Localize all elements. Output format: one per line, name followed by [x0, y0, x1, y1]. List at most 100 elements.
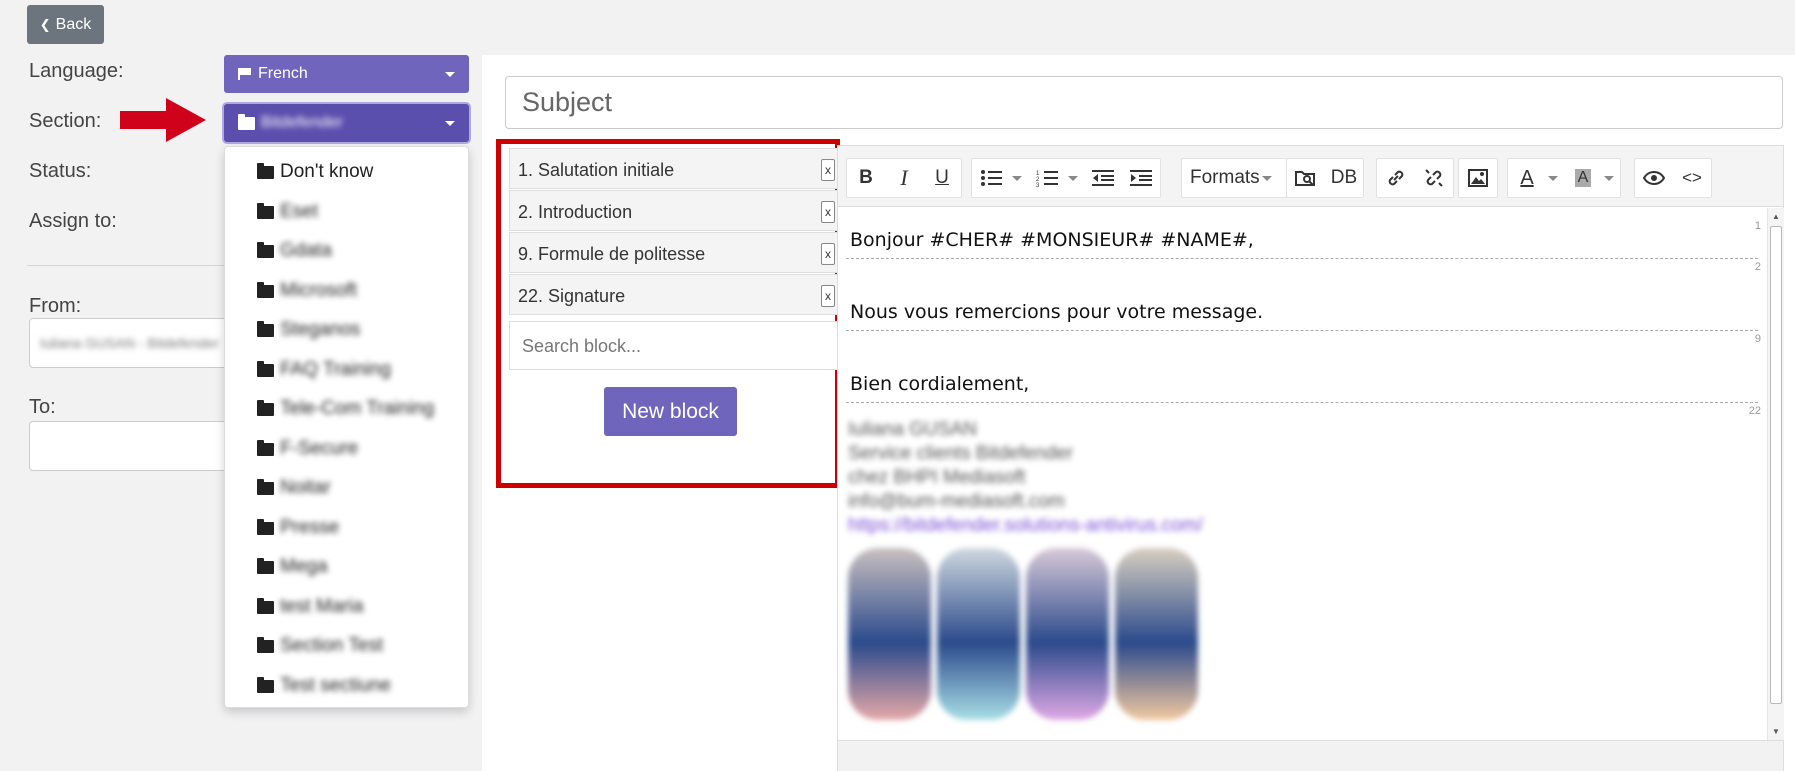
eye-icon — [1643, 171, 1665, 185]
editor-toolbar: B I U 123 Formats DB A A <> — [838, 146, 1783, 207]
editor-scrollbar[interactable]: ▲ ▼ — [1767, 208, 1784, 740]
numbered-list-button[interactable]: 123 — [1028, 159, 1066, 197]
scroll-up-icon[interactable]: ▲ — [1772, 212, 1780, 221]
background-color-icon: A — [1574, 169, 1592, 187]
folder-icon — [257, 241, 274, 258]
option-label: Mega — [280, 556, 328, 577]
option-label: Test sectiune — [280, 675, 391, 696]
editor-content[interactable]: 1 Bonjour #CHER# #MONSIEUR# #NAME#, 2 No… — [840, 208, 1765, 738]
block-item[interactable]: 22. Signature x — [509, 274, 839, 315]
section-option[interactable]: Gdata — [257, 240, 332, 262]
indent-button[interactable] — [1122, 159, 1160, 197]
db-button[interactable]: DB — [1325, 159, 1363, 197]
folder-icon — [257, 478, 274, 495]
new-block-button[interactable]: New block — [604, 387, 737, 436]
section-option[interactable]: Mega — [257, 556, 328, 578]
block-separator — [846, 258, 1758, 259]
folder-icon — [257, 202, 274, 219]
caret-down-icon[interactable] — [1604, 175, 1614, 181]
to-label: To: — [29, 396, 56, 418]
image-icon — [1468, 169, 1488, 187]
folder-icon — [257, 281, 274, 298]
preview-button[interactable] — [1635, 159, 1673, 197]
section-option[interactable]: Noitar — [257, 477, 331, 499]
language-label: Language: — [29, 60, 124, 82]
source-code-button[interactable]: <> — [1673, 159, 1711, 197]
from-value: Iuliana GUSAN - Bitdefender — [40, 335, 219, 351]
to-field[interactable] — [29, 421, 229, 471]
link-icon — [1388, 170, 1404, 186]
section-option[interactable]: Tele-Com Training — [257, 398, 434, 420]
option-label: Section Test — [280, 635, 384, 656]
remove-block-button[interactable]: x — [821, 159, 835, 181]
option-label: F-Secure — [280, 438, 359, 459]
remove-block-button[interactable]: x — [821, 285, 835, 307]
insert-image-button[interactable] — [1459, 159, 1497, 197]
option-label: Tele-Com Training — [280, 398, 435, 419]
form-divider — [27, 265, 227, 266]
search-block-input[interactable]: Search block... — [509, 321, 839, 370]
find-replace-button[interactable] — [1287, 159, 1325, 197]
underline-button[interactable]: U — [923, 159, 961, 197]
italic-button[interactable]: I — [885, 159, 923, 197]
option-label: test Maria — [280, 596, 364, 617]
section-option[interactable]: Microsoft — [257, 280, 357, 302]
caret-down-icon — [445, 121, 455, 126]
section-option[interactable]: Section Test — [257, 635, 383, 657]
option-label: Gdata — [280, 240, 332, 261]
caret-down-icon[interactable] — [1548, 175, 1558, 181]
section-value: Bitdefender — [261, 114, 343, 131]
text-color-button[interactable]: A — [1508, 159, 1546, 197]
list-group: 123 — [971, 158, 1161, 198]
unlink-button[interactable] — [1415, 159, 1453, 197]
section-option[interactable]: Eset — [257, 201, 318, 223]
scroll-down-icon[interactable]: ▼ — [1772, 727, 1780, 736]
background-color-button[interactable]: A — [1564, 159, 1602, 197]
from-field[interactable]: Iuliana GUSAN - Bitdefender — [29, 318, 229, 368]
section-dropdown[interactable]: Bitdefender — [224, 104, 469, 142]
folder-icon — [257, 557, 274, 574]
remove-block-button[interactable]: x — [821, 201, 835, 223]
caret-down-icon[interactable] — [1068, 175, 1078, 181]
section-option[interactable]: Steganos — [257, 319, 360, 341]
block-number: 1 — [1754, 220, 1761, 232]
remove-block-button[interactable]: x — [821, 243, 835, 265]
block-number: 2 — [1754, 261, 1761, 273]
signature-line: info@bum-mediasoft.com — [848, 491, 1065, 512]
option-label: Steganos — [280, 319, 361, 340]
flag-icon — [238, 68, 252, 80]
language-dropdown[interactable]: French — [224, 55, 469, 93]
option-label: Noitar — [280, 477, 331, 498]
section-option[interactable]: test Maria — [257, 596, 363, 618]
section-option[interactable]: Test sectiune — [257, 675, 391, 697]
block-item[interactable]: 9. Formule de politesse x — [509, 232, 839, 273]
block-item[interactable]: 2. Introduction x — [509, 190, 839, 231]
block-label: 9. Formule de politesse — [518, 244, 706, 264]
block-item[interactable]: 1. Salutation initiale x — [509, 148, 839, 189]
svg-text:3: 3 — [1036, 183, 1040, 187]
section-option[interactable]: F-Secure — [257, 438, 358, 460]
caret-down-icon[interactable] — [1012, 175, 1022, 181]
bullet-list-button[interactable] — [972, 159, 1010, 197]
section-option[interactable]: Don't know — [257, 161, 373, 183]
formats-label: Formats — [1190, 167, 1260, 188]
signature-line: Iuliana GUSAN — [848, 419, 977, 440]
bold-button[interactable]: B — [847, 159, 885, 197]
outdent-button[interactable] — [1084, 159, 1122, 197]
formats-dropdown[interactable]: Formats — [1181, 158, 1287, 198]
section-option[interactable]: Presse — [257, 517, 339, 539]
from-label: From: — [29, 295, 82, 317]
color-group: A A — [1507, 158, 1621, 198]
subject-input[interactable]: Subject — [505, 76, 1783, 129]
back-button[interactable]: ❮ Back — [27, 5, 104, 44]
editor-statusbar — [838, 740, 1783, 771]
signature-link[interactable]: https://bitdefender.solutions-antivirus.… — [848, 515, 1203, 537]
block-number: 22 — [1748, 405, 1761, 417]
insert-link-button[interactable] — [1377, 159, 1415, 197]
section-option[interactable]: FAQ Training — [257, 359, 391, 381]
section-dropdown-menu: Don't know Eset Gdata Microsoft Steganos… — [224, 146, 469, 708]
option-label: Microsoft — [280, 280, 358, 301]
outdent-icon — [1092, 170, 1114, 186]
view-group: <> — [1634, 158, 1712, 198]
scroll-thumb[interactable] — [1770, 226, 1782, 704]
